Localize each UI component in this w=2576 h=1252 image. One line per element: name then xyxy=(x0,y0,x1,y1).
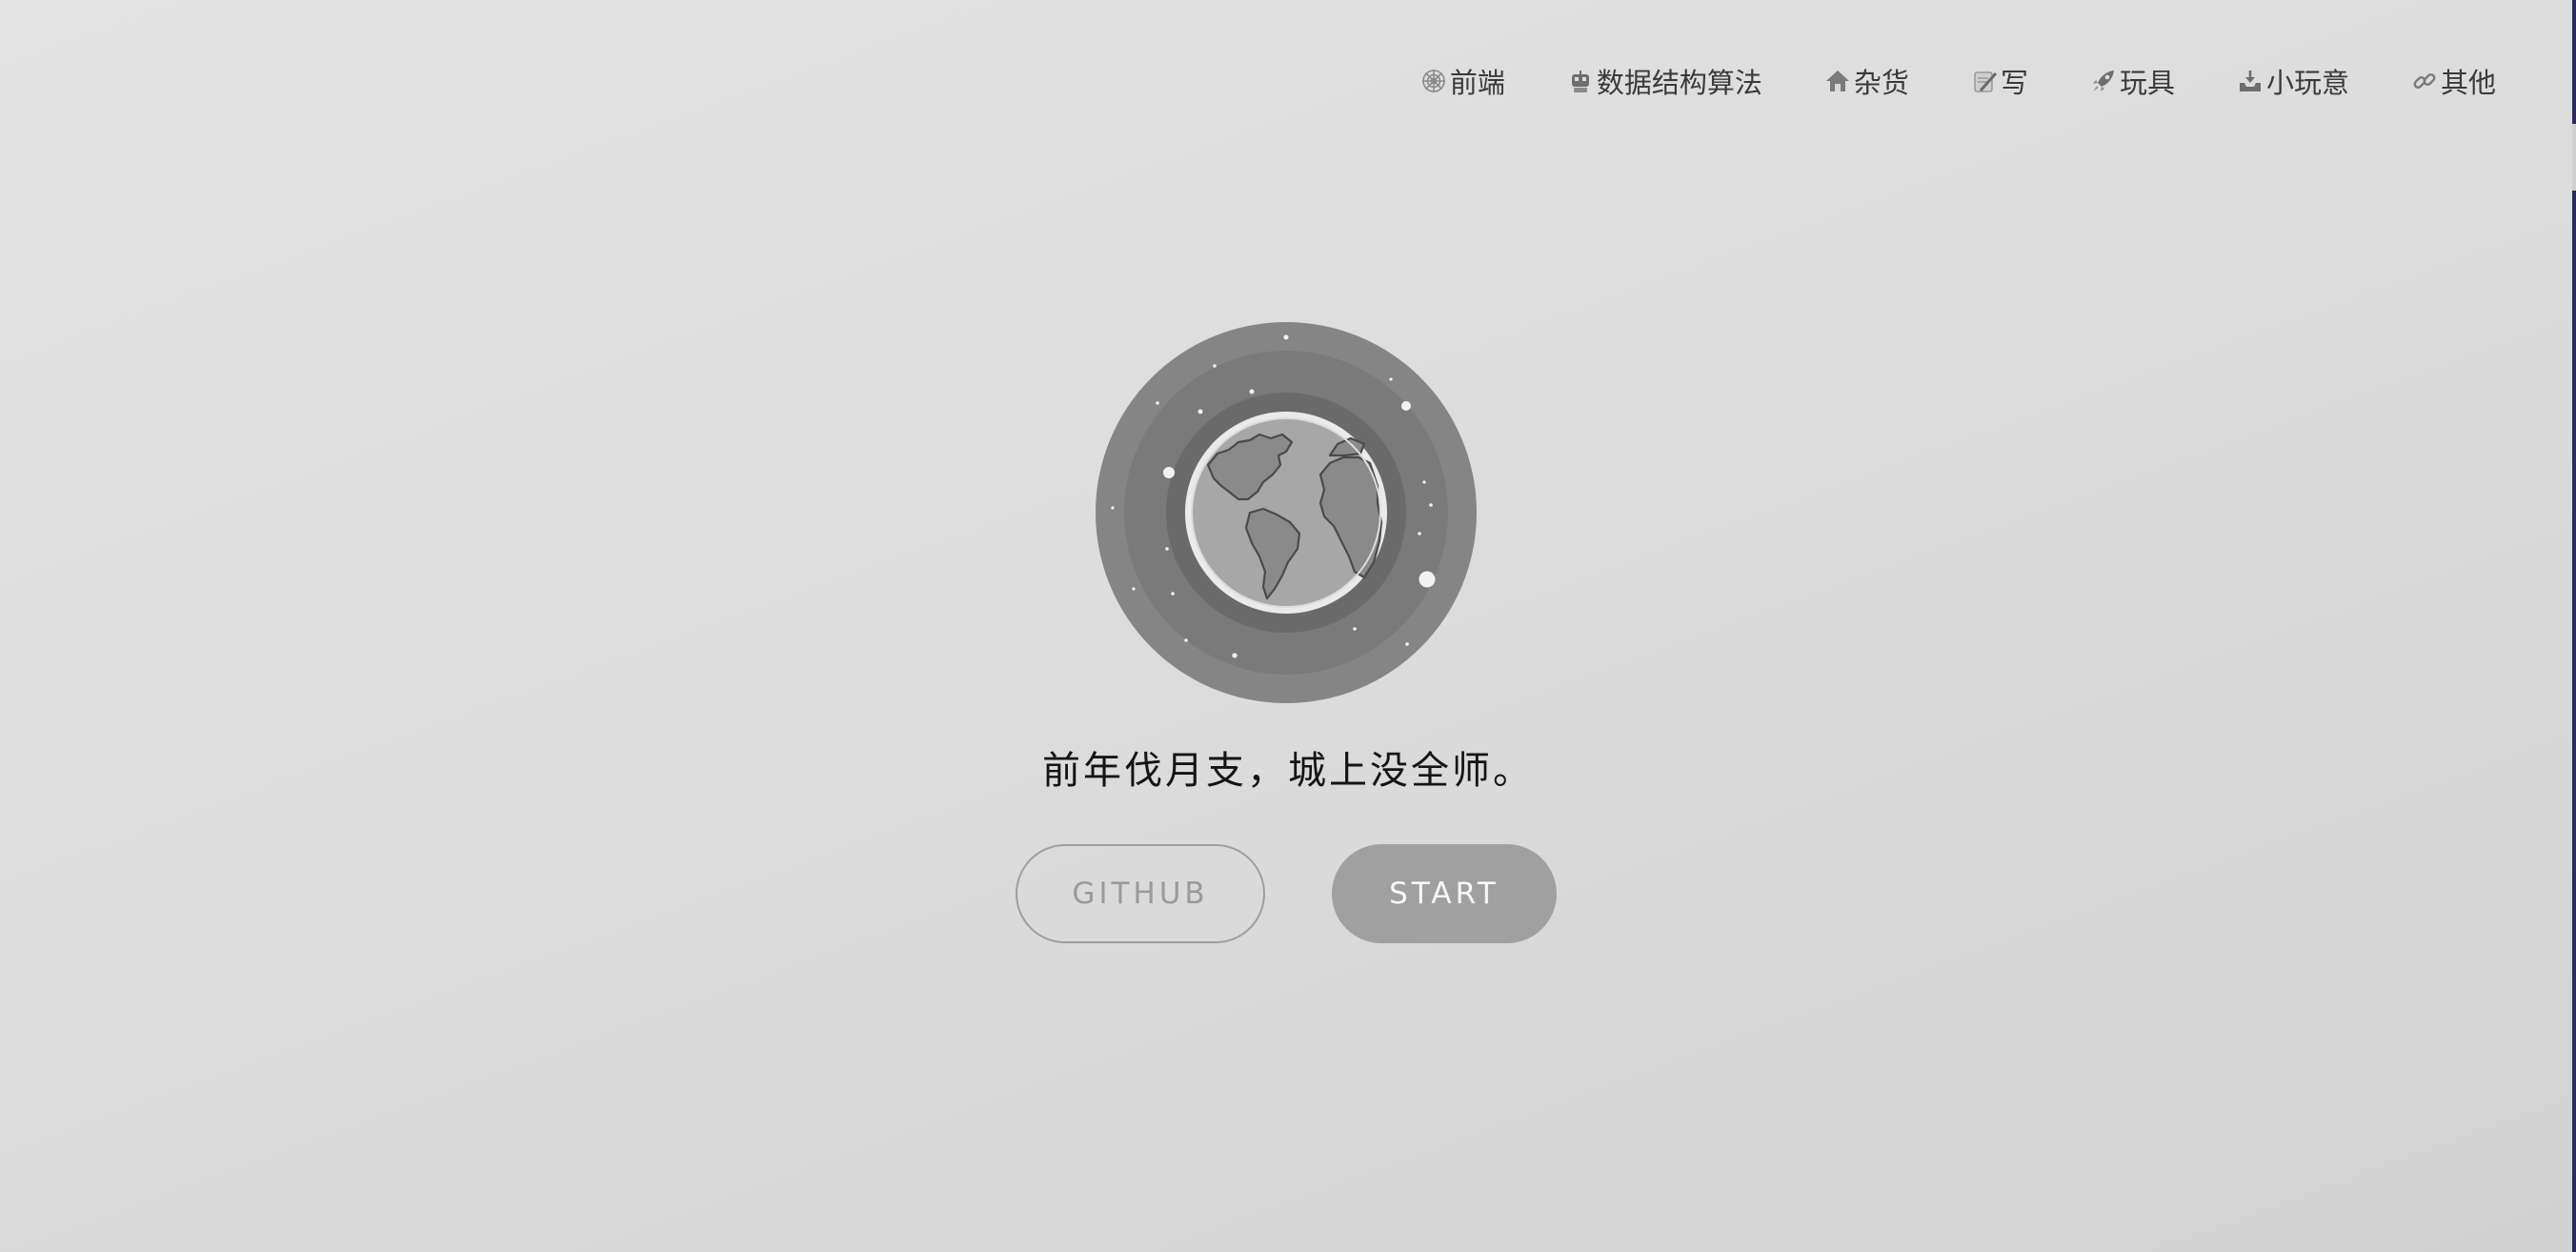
window-edge xyxy=(2572,0,2576,1252)
start-button[interactable]: START xyxy=(1332,844,1557,943)
nav-item-writing[interactable]: 写 xyxy=(1970,61,2028,101)
window-edge-highlight xyxy=(2572,124,2576,191)
nav-item-label: 数据结构算法 xyxy=(1596,67,1762,99)
motto-text: 前年伐月支，城上没全师。 xyxy=(1042,749,1534,793)
top-nav: 前端 数据结构算法 杂货 写 玩具 小玩意 其他 xyxy=(1419,59,2496,103)
nav-item-label: 杂货 xyxy=(1853,67,1909,99)
github-button[interactable]: GITHUB xyxy=(1016,844,1265,943)
nav-item-gadgets[interactable]: 小玩意 xyxy=(2236,61,2349,101)
house-icon xyxy=(1823,67,1852,95)
link-icon xyxy=(2410,67,2439,95)
inbox-tray-icon xyxy=(2236,67,2264,95)
nav-item-frontend[interactable]: 前端 xyxy=(1419,61,1505,101)
nav-item-algorithms[interactable]: 数据结构算法 xyxy=(1566,61,1762,101)
spider-web-icon xyxy=(1419,67,1448,95)
nav-item-label: 其他 xyxy=(2440,67,2496,99)
nav-item-other[interactable]: 其他 xyxy=(2410,61,2496,101)
robot-icon xyxy=(1566,67,1595,95)
nav-item-label: 玩具 xyxy=(2119,67,2175,99)
rocket-icon xyxy=(2089,67,2118,95)
nav-item-label: 小玩意 xyxy=(2265,67,2349,99)
nav-item-toys[interactable]: 玩具 xyxy=(2089,61,2175,101)
nav-item-groceries[interactable]: 杂货 xyxy=(1823,61,1909,101)
nav-item-label: 前端 xyxy=(1449,67,1505,99)
nav-item-label: 写 xyxy=(2000,67,2028,99)
earth-globe-in-space-icon xyxy=(1096,322,1477,703)
memo-icon xyxy=(1970,67,1999,95)
